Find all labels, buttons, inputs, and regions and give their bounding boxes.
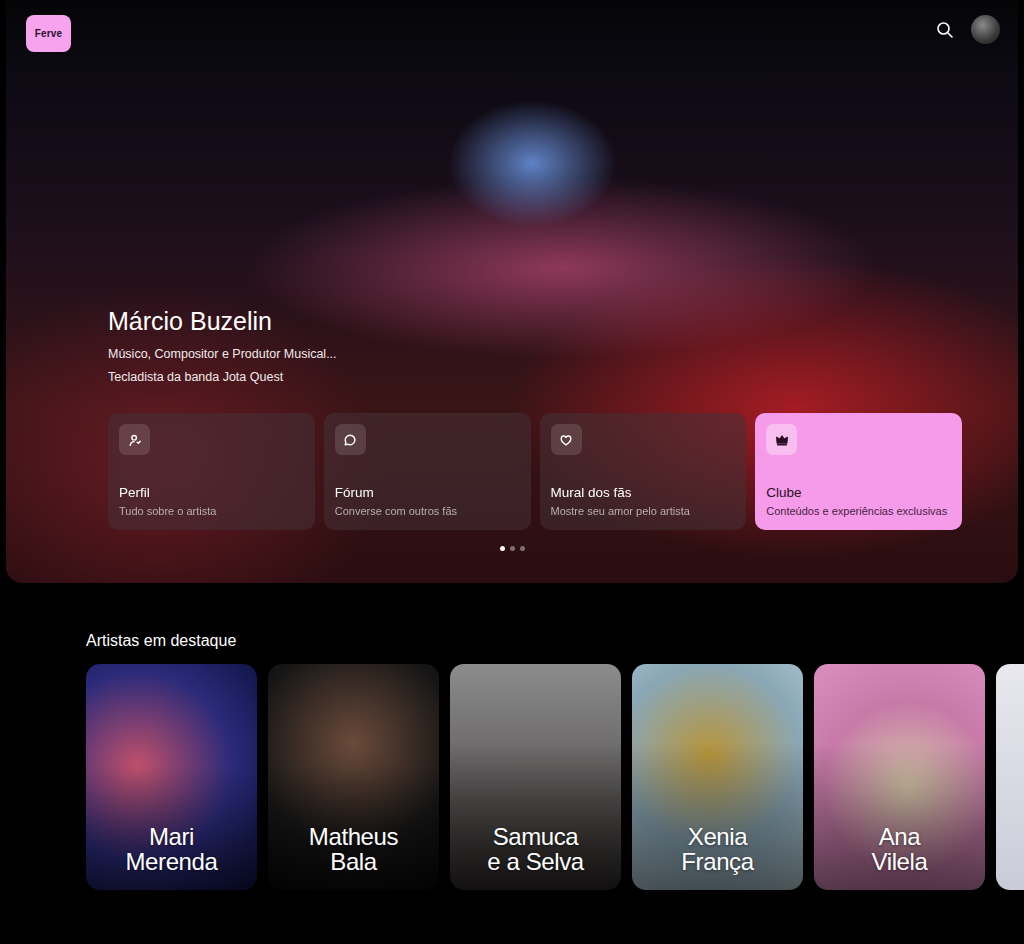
card-title: Fórum	[335, 485, 520, 501]
card-caption: Mostre seu amor pelo artista	[551, 504, 736, 518]
carousel-dot[interactable]	[510, 546, 515, 551]
name-line: Vilela	[820, 849, 979, 874]
artist-carousel: MariMerenda MatheusBala Samucae a Selva Xen…	[0, 664, 1024, 890]
name-line: Bala	[274, 849, 433, 874]
logo[interactable]: Ferve	[26, 15, 71, 52]
card-spacer	[119, 455, 304, 485]
artist-card[interactable]: MariMerenda	[86, 664, 257, 890]
carousel-dot[interactable]	[500, 546, 505, 551]
name-line: Mari	[92, 824, 251, 849]
featured-artists: Artistas em destaque MariMerenda MatheusBa…	[0, 631, 1024, 890]
artist-card[interactable]	[996, 664, 1024, 890]
hero-content: Márcio Buzelin Músico, Compositor e Produ…	[6, 306, 1018, 531]
card-title: Clube	[766, 485, 951, 501]
header-actions	[935, 15, 1000, 44]
hero-card[interactable]: Clube Conteúdos e experiências exclusivas	[755, 413, 962, 530]
artist-card[interactable]: XeniaFrança	[632, 664, 803, 890]
artist-card[interactable]: AnaVilela	[814, 664, 985, 890]
name-line: Merenda	[92, 849, 251, 874]
name-line: Ana	[820, 824, 979, 849]
hero-card-row: Perfil Tudo sobre o artista Fórum Converse …	[108, 413, 962, 530]
crown-icon	[775, 433, 789, 447]
avatar[interactable]	[971, 15, 1000, 44]
artist-name: MatheusBala	[274, 824, 433, 874]
artist-card[interactable]: Samucae a Selva	[450, 664, 621, 890]
carousel-dot[interactable]	[520, 546, 525, 551]
artist-card[interactable]: MatheusBala	[268, 664, 439, 890]
card-spacer	[766, 455, 951, 485]
name-line: Matheus	[274, 824, 433, 849]
icon-box	[119, 424, 150, 455]
hero-card[interactable]: Fórum Converse com outros fãs	[324, 413, 531, 530]
card-title: Mural dos fãs	[551, 485, 736, 501]
artist-name: Samucae a Selva	[456, 824, 615, 874]
top-bar: Ferve	[6, 0, 1018, 70]
artist-name: Márcio Buzelin	[108, 306, 962, 336]
hero-card[interactable]: Mural dos fãs Mostre seu amor pelo artist…	[540, 413, 747, 530]
artist-name: MariMerenda	[92, 824, 251, 874]
card-caption: Tudo sobre o artista	[119, 504, 304, 518]
icon-box	[335, 424, 366, 455]
hero-banner: Ferve Márcio Buzelin Músico, Compositor e …	[6, 0, 1018, 583]
card-spacer	[335, 455, 520, 485]
profile-icon	[128, 433, 142, 447]
icon-box	[551, 424, 582, 455]
artist-role: Tecladista da banda Jota Quest	[108, 369, 962, 385]
section-heading: Artistas em destaque	[86, 631, 1024, 650]
card-spacer	[551, 455, 736, 485]
search-icon[interactable]	[935, 20, 955, 40]
card-caption: Converse com outros fãs	[335, 504, 520, 518]
card-title: Perfil	[119, 485, 304, 501]
hero-card[interactable]: Perfil Tudo sobre o artista	[108, 413, 315, 530]
carousel-dots	[6, 530, 1018, 583]
hero-spacer	[6, 70, 1018, 306]
name-line: e a Selva	[456, 849, 615, 874]
name-line: França	[638, 849, 797, 874]
name-line: Samuca	[456, 824, 615, 849]
artist-subtitle: Músico, Compositor e Produtor Musical...	[108, 346, 962, 362]
artist-name: XeniaFrança	[638, 824, 797, 874]
heart-icon	[559, 433, 573, 447]
name-line: Xenia	[638, 824, 797, 849]
artist-name: AnaVilela	[820, 824, 979, 874]
card-caption: Conteúdos e experiências exclusivas	[766, 504, 951, 518]
chat-icon	[343, 433, 357, 447]
icon-box	[766, 424, 797, 455]
